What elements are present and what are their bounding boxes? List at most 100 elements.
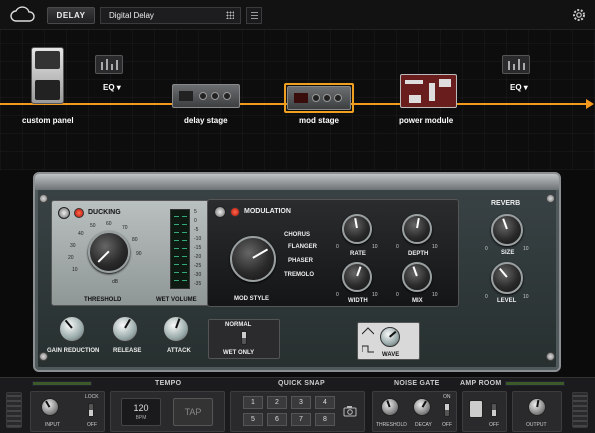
wet-volume-meter: [170, 209, 190, 289]
reverb-level-knob[interactable]: [491, 262, 523, 294]
eq-left-module[interactable]: [95, 55, 123, 74]
snap-button-7[interactable]: 7: [291, 413, 311, 426]
depth-knob[interactable]: [402, 214, 432, 244]
threshold-tick: dB: [112, 279, 119, 285]
tap-button[interactable]: TAP: [173, 398, 213, 426]
mod-style-label: MOD STYLE: [234, 296, 270, 302]
mix-knob[interactable]: [402, 262, 432, 292]
normal-wet-only-switch[interactable]: [241, 331, 247, 345]
gain-reduction-knob[interactable]: [59, 316, 85, 342]
threshold-knob[interactable]: [88, 231, 130, 273]
screw-icon: [546, 352, 555, 361]
amp-room-button[interactable]: [469, 400, 483, 418]
meter-tick: -15: [194, 245, 202, 251]
wet-only-label[interactable]: WET ONLY: [223, 350, 254, 356]
screw-icon: [546, 194, 555, 203]
threshold-tick: 80: [132, 237, 138, 243]
snap-button-1[interactable]: 1: [243, 396, 263, 409]
delay-stage-module[interactable]: [172, 84, 240, 108]
threshold-tick: 90: [136, 251, 142, 257]
normal-label[interactable]: NORMAL: [225, 322, 251, 328]
snap-button-3[interactable]: 3: [291, 396, 311, 409]
mod-style-knob[interactable]: [230, 236, 276, 282]
mix-label: MIX: [412, 298, 423, 304]
mod-stage-module[interactable]: [287, 86, 351, 110]
modulation-switch[interactable]: [214, 206, 226, 218]
threshold-tick: 20: [68, 255, 74, 261]
threshold-tick: 40: [78, 231, 84, 237]
signal-chain: custom panel EQ ▾ delay stage mod stage …: [0, 30, 595, 170]
snap-button-5[interactable]: 5: [243, 413, 263, 426]
amp-room-title: AMP ROOM: [460, 380, 502, 387]
list-button[interactable]: [246, 7, 262, 24]
rate-knob[interactable]: [342, 214, 372, 244]
output-knob[interactable]: [528, 398, 546, 416]
panel-top-rail: [35, 174, 559, 190]
reverb-size-label: SIZE: [501, 250, 515, 256]
cloud-icon[interactable]: [10, 6, 36, 24]
wave-selector[interactable]: WAVE: [357, 322, 420, 360]
style-flanger[interactable]: FLANGER: [288, 244, 317, 250]
eq-right-module[interactable]: [502, 55, 530, 74]
noise-gate-decay-knob[interactable]: [413, 398, 431, 416]
camera-icon[interactable]: [343, 405, 357, 417]
noise-gate-threshold-knob[interactable]: [381, 398, 399, 416]
meter-tick: -20: [194, 254, 202, 260]
category-button[interactable]: DELAY: [47, 7, 95, 24]
snap-button-2[interactable]: 2: [267, 396, 287, 409]
wave-label: WAVE: [382, 352, 400, 358]
rate-label: RATE: [350, 251, 366, 257]
attack-knob[interactable]: [163, 316, 189, 342]
width-max: 10: [372, 292, 378, 298]
width-knob[interactable]: [342, 262, 372, 292]
width-label: WIDTH: [348, 298, 368, 304]
output-label: OUTPUT: [526, 422, 547, 428]
gear-icon[interactable]: [571, 7, 587, 23]
meter-tick: 0: [194, 218, 197, 224]
bpm-value: 120: [133, 403, 149, 413]
square-wave-icon: [362, 345, 374, 353]
meter-tick: 5: [194, 209, 197, 215]
preset-name: Digital Delay: [109, 11, 154, 20]
threshold-tick: 10: [72, 267, 78, 273]
ducking-led[interactable]: [74, 208, 84, 218]
output-section: OUTPUT: [512, 391, 562, 432]
reverb-size-knob[interactable]: [491, 214, 523, 246]
reverb-section: REVERB 0 10 SIZE 0 10 LEVEL: [475, 194, 539, 312]
modulation-led[interactable]: [230, 207, 240, 217]
screw-icon: [39, 194, 48, 203]
amp-room-switch[interactable]: [491, 403, 497, 417]
power-module[interactable]: [400, 74, 457, 108]
snap-button-4[interactable]: 4: [315, 396, 335, 409]
lock-switch[interactable]: [88, 403, 94, 417]
release-label: RELEASE: [113, 348, 142, 354]
size-max: 10: [523, 246, 529, 252]
wave-knob[interactable]: [380, 327, 400, 347]
noise-gate-section: THRESHOLD DECAY ON OFF: [372, 391, 457, 432]
threshold-tick: 70: [122, 225, 128, 231]
rate-min: 0: [336, 244, 339, 250]
snap-button-6[interactable]: 6: [267, 413, 287, 426]
snap-button-8[interactable]: 8: [315, 413, 335, 426]
grid-icon[interactable]: [226, 11, 234, 19]
style-phaser[interactable]: PHASER: [288, 258, 313, 264]
amp-room-section: OFF: [462, 391, 507, 432]
ducking-section: DUCKING 10 20 30 40 50 60 70 80 90 dB TH…: [51, 200, 225, 306]
chain-label-power-module: power module: [399, 116, 454, 125]
release-knob[interactable]: [112, 316, 138, 342]
ducking-title: DUCKING: [88, 209, 121, 216]
chain-label-eq-left[interactable]: EQ ▾: [103, 83, 121, 92]
chain-label-eq-right[interactable]: EQ ▾: [510, 83, 528, 92]
size-min: 0: [485, 246, 488, 252]
style-tremolo[interactable]: TREMOLO: [284, 272, 314, 278]
lock-off-label: OFF: [87, 422, 97, 428]
chevron-down-icon: ▾: [116, 83, 121, 92]
noise-gate-switch[interactable]: [444, 403, 450, 417]
input-knob[interactable]: [41, 398, 59, 416]
style-chorus[interactable]: CHORUS: [284, 232, 310, 238]
bpm-display[interactable]: 120 BPM: [121, 398, 161, 426]
custom-panel-pedal[interactable]: [31, 47, 64, 104]
ducking-switch[interactable]: [58, 207, 70, 219]
modulation-section: MODULATION CHORUS FLANGER PHASER TREMOLO…: [207, 199, 459, 307]
preset-selector[interactable]: Digital Delay: [100, 7, 241, 24]
